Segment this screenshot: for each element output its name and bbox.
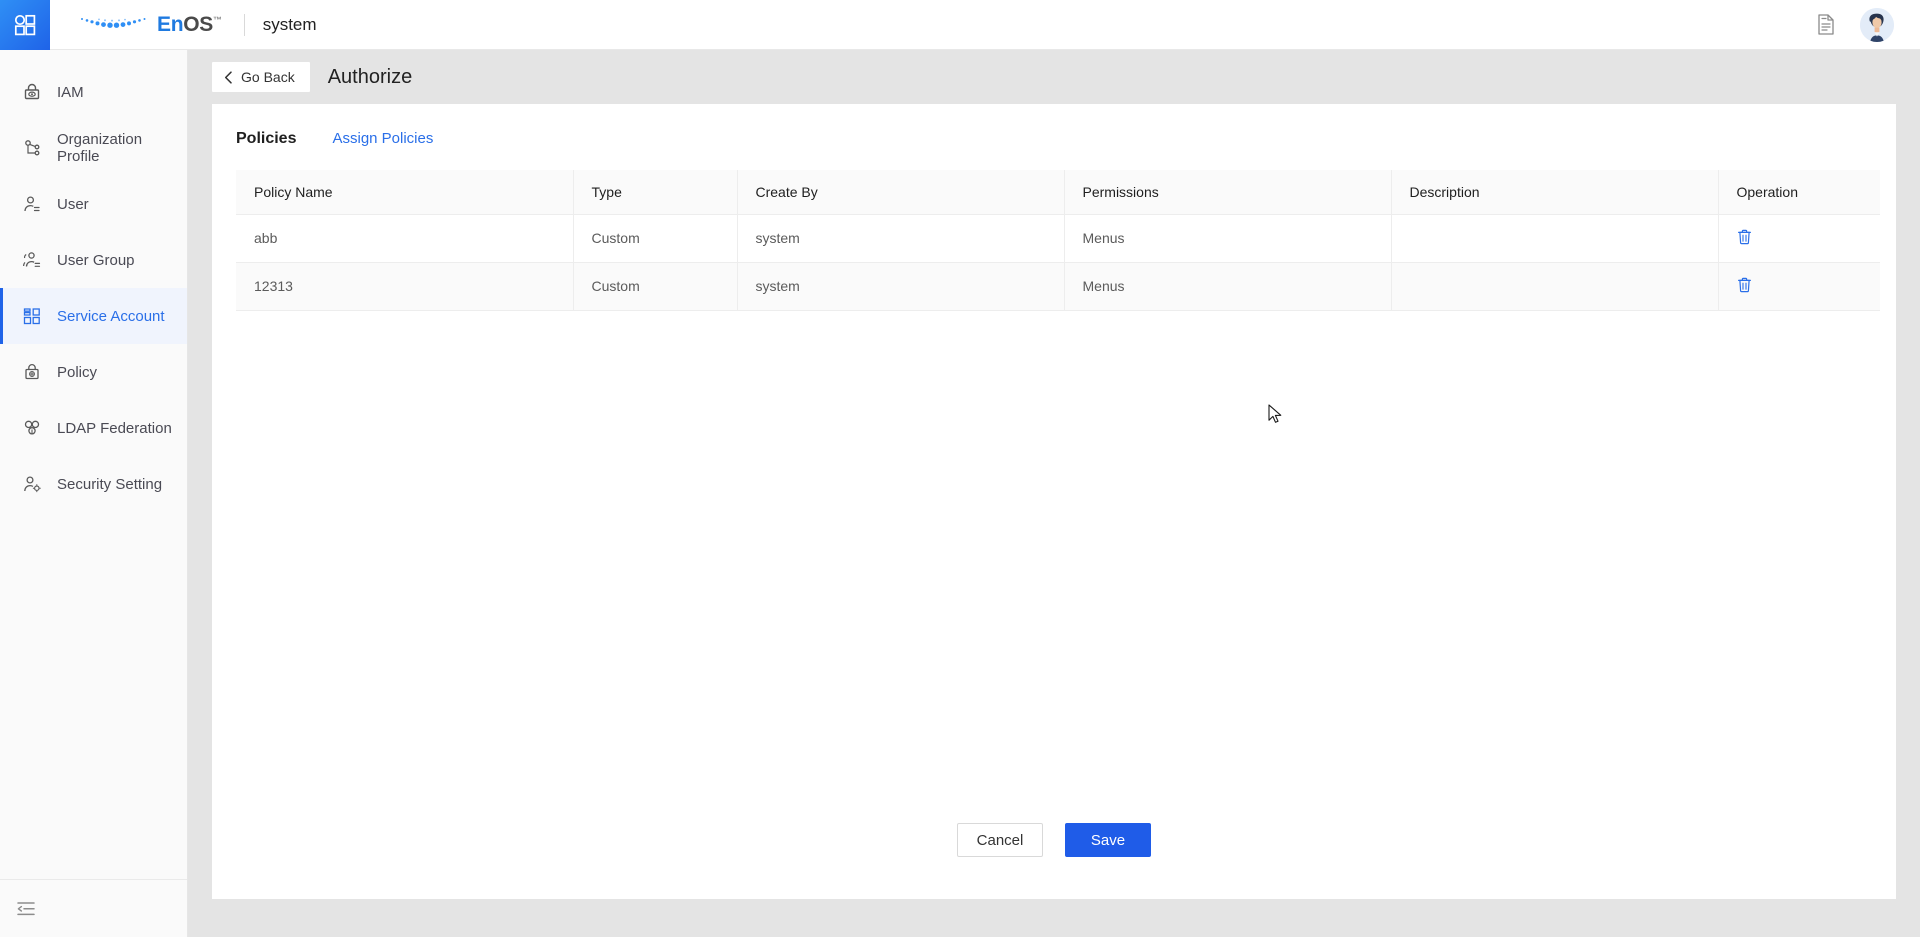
top-bar: EnOS™ system: [0, 0, 1920, 50]
main-content: Go Back Authorize Policies Assign Polici…: [188, 50, 1920, 937]
sidebar-item-label: LDAP Federation: [57, 420, 172, 437]
sidebar-item-security-setting[interactable]: Security Setting: [0, 456, 187, 512]
sidebar-item-label: Service Account: [57, 308, 165, 325]
policy-lock-icon: [21, 361, 43, 383]
cell-permissions: Menus: [1064, 214, 1391, 262]
sidebar-item-ldap-federation[interactable]: LDAP Federation: [0, 400, 187, 456]
authorize-card: Policies Assign Policies Policy Name Typ…: [212, 104, 1896, 899]
brand-tm: ™: [213, 15, 222, 25]
cell-type: Custom: [573, 262, 737, 310]
cell-create-by: system: [737, 214, 1064, 262]
user-settings-icon: [21, 473, 43, 495]
brand[interactable]: EnOS™: [78, 13, 222, 37]
sidebar-item-policy[interactable]: Policy: [0, 344, 187, 400]
column-header-permissions[interactable]: Permissions: [1064, 170, 1391, 214]
enos-swoosh-icon: [78, 14, 150, 36]
brand-name: EnOS™: [157, 13, 222, 37]
org-node-icon: [21, 137, 43, 159]
sidebar-item-label: Security Setting: [57, 476, 162, 493]
sidebar-item-label: IAM: [57, 84, 84, 101]
table-row[interactable]: 12313 Custom system Menus: [236, 262, 1880, 310]
sidebar: IAM Organization Profile: [0, 50, 188, 937]
page-header: Go Back Authorize: [188, 50, 1920, 104]
app-launcher-button[interactable]: [0, 0, 50, 50]
cell-operation: [1718, 262, 1880, 310]
policies-table-wrap: Policy Name Type Create By Permissions D…: [212, 148, 1896, 311]
avatar[interactable]: [1860, 8, 1894, 42]
brand-os: OS: [183, 13, 213, 36]
menu-fold-icon[interactable]: [16, 900, 36, 918]
user-group-icon: [21, 249, 43, 271]
card-header: Policies Assign Policies: [212, 104, 1896, 148]
assign-policies-link[interactable]: Assign Policies: [332, 130, 433, 147]
sidebar-item-user[interactable]: User: [0, 176, 187, 232]
brand-en: En: [157, 13, 183, 36]
sidebar-item-iam[interactable]: IAM: [0, 64, 187, 120]
delete-trash-icon[interactable]: [1737, 229, 1752, 245]
column-header-policy-name[interactable]: Policy Name: [236, 170, 573, 214]
sidebar-footer: [0, 879, 187, 937]
app-root: EnOS™ system: [0, 0, 1920, 937]
cell-operation: [1718, 214, 1880, 262]
sidebar-item-label: User Group: [57, 252, 135, 269]
cell-type: Custom: [573, 214, 737, 262]
column-header-operation[interactable]: Operation: [1718, 170, 1880, 214]
topbar-actions: [1816, 8, 1920, 42]
sidebar-nav: IAM Organization Profile: [0, 50, 187, 512]
table-row[interactable]: abb Custom system Menus: [236, 214, 1880, 262]
column-header-description[interactable]: Description: [1391, 170, 1718, 214]
cell-description: [1391, 214, 1718, 262]
delete-trash-icon[interactable]: [1737, 277, 1752, 293]
sidebar-item-label: User: [57, 196, 89, 213]
table-head: Policy Name Type Create By Permissions D…: [236, 170, 1880, 214]
sidebar-item-label: Policy: [57, 364, 97, 381]
user-icon: [21, 193, 43, 215]
sidebar-item-organization-profile[interactable]: Organization Profile: [0, 120, 187, 176]
grid-blocks-icon: [21, 305, 43, 327]
lock-eye-icon: [21, 81, 43, 103]
document-icon[interactable]: [1816, 13, 1838, 37]
sidebar-item-service-account[interactable]: Service Account: [0, 288, 187, 344]
user-avatar-icon: [1860, 8, 1894, 42]
save-button[interactable]: Save: [1065, 823, 1151, 857]
cell-permissions: Menus: [1064, 262, 1391, 310]
sidebar-item-user-group[interactable]: User Group: [0, 232, 187, 288]
table-header-row: Policy Name Type Create By Permissions D…: [236, 170, 1880, 214]
go-back-button[interactable]: Go Back: [212, 62, 310, 92]
cell-create-by: system: [737, 262, 1064, 310]
topbar-divider: [244, 14, 245, 36]
chevron-left-icon: [224, 71, 233, 84]
policies-table: Policy Name Type Create By Permissions D…: [236, 170, 1880, 311]
cell-description: [1391, 262, 1718, 310]
go-back-label: Go Back: [241, 69, 295, 85]
column-header-type[interactable]: Type: [573, 170, 737, 214]
card-actions: Cancel Save: [212, 823, 1896, 857]
workspace-title: system: [263, 15, 317, 35]
column-header-create-by[interactable]: Create By: [737, 170, 1064, 214]
grid-apps-icon: [14, 14, 36, 36]
federation-nodes-icon: [21, 417, 43, 439]
section-title: Policies: [236, 130, 296, 148]
sidebar-item-label: Organization Profile: [57, 131, 187, 165]
table-body: abb Custom system Menus: [236, 214, 1880, 310]
page-title: Authorize: [328, 66, 413, 89]
cancel-button[interactable]: Cancel: [957, 823, 1043, 857]
cell-policy-name: 12313: [236, 262, 573, 310]
cell-policy-name: abb: [236, 214, 573, 262]
